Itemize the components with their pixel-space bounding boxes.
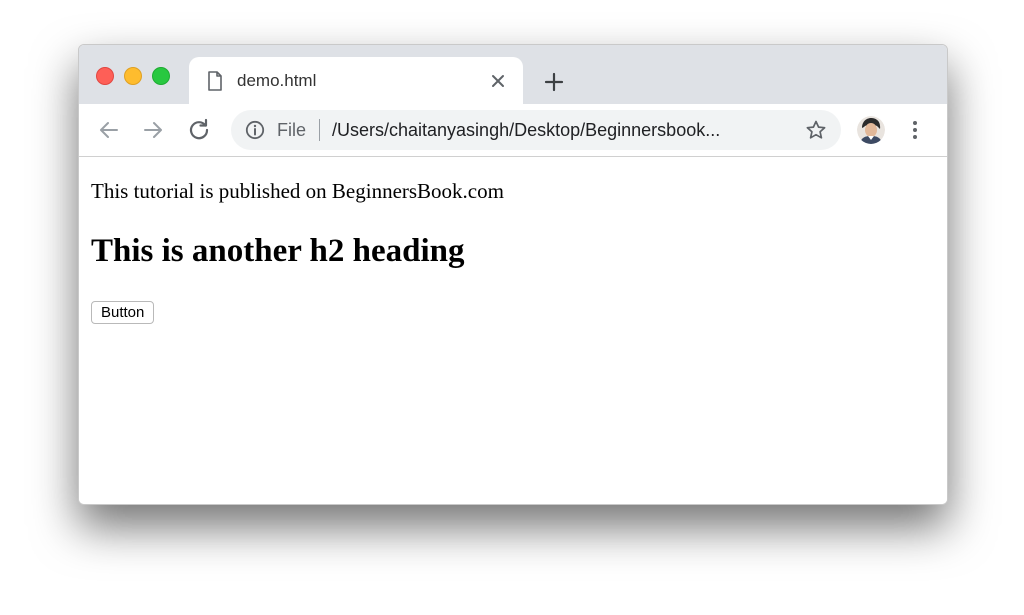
- browser-toolbar: File /Users/chaitanyasingh/Desktop/Begin…: [79, 104, 947, 157]
- avatar[interactable]: [857, 116, 885, 144]
- page-paragraph: This tutorial is published on BeginnersB…: [91, 179, 504, 203]
- back-arrow-icon[interactable]: [95, 116, 123, 144]
- page-button[interactable]: Button: [91, 301, 155, 324]
- page-heading: This is another h2 heading: [91, 233, 465, 269]
- forward-arrow-icon[interactable]: [139, 116, 167, 144]
- address-scheme-label: File: [277, 120, 307, 140]
- minimize-window-button[interactable]: [124, 67, 142, 85]
- reload-icon[interactable]: [185, 116, 213, 144]
- address-bar[interactable]: File /Users/chaitanyasingh/Desktop/Begin…: [231, 110, 841, 150]
- info-icon[interactable]: [245, 120, 265, 140]
- page-viewport: This tutorial is published on BeginnersB…: [79, 157, 947, 504]
- tab-title: demo.html: [237, 71, 317, 90]
- browser-window: demo.html File /Users/chaitanyasingh/Des…: [78, 44, 948, 505]
- more-vert-icon[interactable]: [905, 118, 925, 142]
- close-icon[interactable]: [487, 70, 509, 92]
- document-icon: [207, 71, 223, 91]
- tab-strip: demo.html: [79, 45, 947, 105]
- tab-demo-html[interactable]: demo.html: [189, 57, 523, 105]
- close-window-button[interactable]: [96, 67, 114, 85]
- plus-icon[interactable]: [539, 67, 569, 97]
- star-icon[interactable]: [805, 119, 827, 141]
- maximize-window-button[interactable]: [152, 67, 170, 85]
- address-url[interactable]: /Users/chaitanyasingh/Desktop/Beginnersb…: [332, 120, 788, 140]
- address-separator: [319, 119, 320, 141]
